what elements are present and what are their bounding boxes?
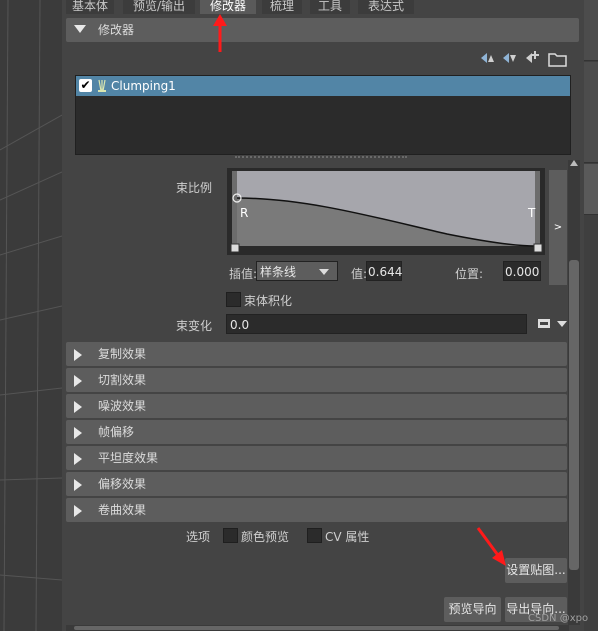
modifier-frame-header[interactable]: 修改器 xyxy=(66,18,579,42)
clump-variance-label: 束变化 xyxy=(176,319,213,333)
position-field[interactable]: 0.000 xyxy=(503,261,541,281)
value-field[interactable]: 0.644 xyxy=(366,261,402,281)
modifier-name: Clumping1 xyxy=(111,79,176,93)
side-tab-2[interactable] xyxy=(584,62,598,163)
viewport-3d[interactable] xyxy=(0,0,62,631)
clump-modifier-icon xyxy=(98,79,106,92)
folder-icon[interactable] xyxy=(548,53,567,67)
ramp-end-marker[interactable] xyxy=(533,243,543,253)
annotation-arrow-up xyxy=(213,14,227,52)
expand-icon xyxy=(74,505,82,517)
vertical-scrollbar[interactable] xyxy=(568,160,580,625)
section-flatness-effect[interactable]: 平坦度效果 xyxy=(66,446,567,470)
clump-variance-field[interactable]: 0.0 xyxy=(226,314,527,334)
value-label: 值: xyxy=(351,267,368,281)
scrollbar-thumb[interactable] xyxy=(569,260,579,570)
volume-clump-label: 束体积化 xyxy=(244,294,293,308)
horizontal-scrollbar-thumb[interactable] xyxy=(74,626,559,630)
tab-preview-output[interactable]: 预览/输出 xyxy=(123,0,195,14)
watermark: CSDN @xpo xyxy=(528,613,589,624)
color-preview-label: 颜色预览 xyxy=(241,530,290,544)
expand-icon xyxy=(74,427,82,439)
color-preview-checkbox[interactable] xyxy=(223,528,238,543)
side-tab-3[interactable] xyxy=(584,164,598,215)
volume-clump-checkbox[interactable] xyxy=(226,292,241,307)
options-label: 选项 xyxy=(186,530,211,544)
clump-ratio-ramp[interactable]: R T xyxy=(227,168,545,255)
ramp-expand-button[interactable]: > xyxy=(549,170,567,285)
set-map-button[interactable]: 设置贴图... xyxy=(505,558,567,583)
cv-attributes-checkbox[interactable] xyxy=(307,528,322,543)
expand-icon xyxy=(74,453,82,465)
chevron-down-icon xyxy=(319,269,329,275)
section-label: 帧偏移 xyxy=(98,425,135,439)
section-label: 卷曲效果 xyxy=(98,503,147,517)
side-tab-strip xyxy=(584,0,598,631)
section-label: 噪波效果 xyxy=(98,399,147,413)
move-up-icon[interactable] xyxy=(481,53,494,63)
expand-icon xyxy=(74,479,82,491)
list-item[interactable]: ✔ Clumping1 xyxy=(76,76,570,96)
annotation-arrow-down-right xyxy=(476,527,506,566)
move-down-icon[interactable] xyxy=(503,53,516,63)
section-label: 切割效果 xyxy=(98,373,147,387)
section-frame-offset[interactable]: 帧偏移 xyxy=(66,420,567,444)
expand-icon xyxy=(74,349,82,361)
map-button[interactable] xyxy=(537,317,569,331)
tab-basic[interactable]: 基本体 xyxy=(66,0,114,14)
ramp-start-marker[interactable] xyxy=(230,243,240,253)
position-label: 位置: xyxy=(455,267,484,281)
interpolation-dropdown[interactable]: 样条线 xyxy=(256,261,338,281)
chevron-down-icon xyxy=(557,321,567,327)
section-cut-effect[interactable]: 切割效果 xyxy=(66,368,567,392)
section-label: 平坦度效果 xyxy=(98,451,159,465)
tab-expressions[interactable]: 表达式 xyxy=(358,0,414,14)
modifier-list[interactable]: ✔ Clumping1 xyxy=(75,75,571,155)
viewport-grid xyxy=(0,0,62,631)
collapse-icon xyxy=(74,25,86,33)
interpolation-label: 插值: xyxy=(229,267,258,281)
section-offset-effect[interactable]: 偏移效果 xyxy=(66,472,567,496)
section-label: 复制效果 xyxy=(98,347,147,361)
interpolation-value: 样条线 xyxy=(260,265,297,279)
modifier-frame-label: 修改器 xyxy=(98,23,135,37)
side-tab-1[interactable] xyxy=(584,0,598,61)
splitter-handle[interactable] xyxy=(235,156,407,158)
modifier-enabled-checkbox[interactable]: ✔ xyxy=(79,79,92,92)
preview-guides-button[interactable]: 预览导向 xyxy=(444,597,501,622)
section-noise-effect[interactable]: 噪波效果 xyxy=(66,394,567,418)
section-label: 偏移效果 xyxy=(98,477,147,491)
section-copy-effect[interactable]: 复制效果 xyxy=(66,342,567,366)
expand-icon xyxy=(74,375,82,387)
ramp-tip-label: T xyxy=(528,206,536,220)
section-curl-effect[interactable]: 卷曲效果 xyxy=(66,498,567,522)
tab-tools[interactable]: 工具 xyxy=(310,0,350,14)
ramp-root-label: R xyxy=(240,206,249,220)
modifier-toolbar xyxy=(481,51,567,67)
cv-attributes-label: CV 属性 xyxy=(325,530,370,544)
horizontal-scrollbar[interactable] xyxy=(66,625,569,631)
expand-icon xyxy=(74,401,82,413)
clump-ratio-label: 束比例 xyxy=(176,181,213,195)
scroll-up-arrow[interactable] xyxy=(570,160,578,166)
add-modifier-icon[interactable] xyxy=(526,51,539,63)
tab-groom[interactable]: 梳理 xyxy=(262,0,302,14)
